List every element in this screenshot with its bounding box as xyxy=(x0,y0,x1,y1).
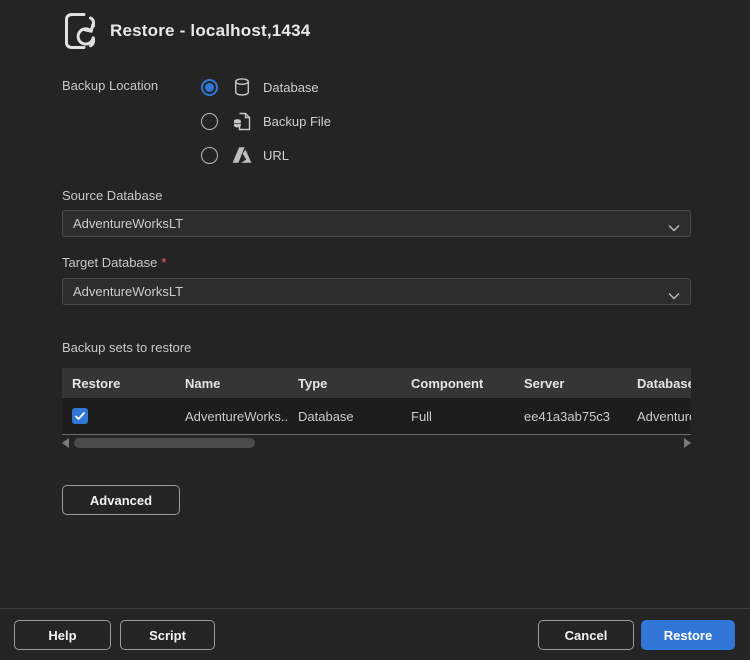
cell-server: ee41a3ab75c3 xyxy=(514,409,627,424)
chevron-down-icon xyxy=(668,220,680,235)
database-icon xyxy=(231,77,253,97)
checkmark-icon xyxy=(74,411,86,421)
radio-option-backup-file[interactable]: Backup File xyxy=(201,110,331,132)
radio-option-database[interactable]: Database xyxy=(201,76,319,98)
help-button[interactable]: Help xyxy=(14,620,111,650)
restore-button[interactable]: Restore xyxy=(641,620,735,650)
backup-sets-label: Backup sets to restore xyxy=(62,340,191,355)
source-database-label: Source Database xyxy=(62,188,162,203)
backup-location-label: Backup Location xyxy=(62,78,158,93)
horizontal-scrollbar[interactable] xyxy=(62,437,691,449)
target-database-value: AdventureWorksLT xyxy=(73,284,183,299)
cell-name: AdventureWorks... xyxy=(175,409,288,424)
cell-type: Database xyxy=(288,409,401,424)
col-header-server[interactable]: Server xyxy=(514,376,627,391)
scroll-left-icon[interactable] xyxy=(62,438,69,448)
table-header-row: Restore Name Type Component Server Datab… xyxy=(62,368,691,398)
target-database-select[interactable]: AdventureWorksLT xyxy=(62,278,691,305)
restore-checkbox[interactable] xyxy=(72,408,88,424)
cell-component: Full xyxy=(401,409,514,424)
radio-label-url: URL xyxy=(263,148,289,163)
footer-divider xyxy=(0,608,750,609)
table-row[interactable]: AdventureWorks... Database Full ee41a3ab… xyxy=(62,398,691,434)
script-button[interactable]: Script xyxy=(120,620,215,650)
radio-url[interactable] xyxy=(201,147,218,164)
col-header-component[interactable]: Component xyxy=(401,376,514,391)
cancel-button[interactable]: Cancel xyxy=(538,620,634,650)
col-header-type[interactable]: Type xyxy=(288,376,401,391)
cell-database: AdventureWorksLT xyxy=(627,409,691,424)
source-database-select[interactable]: AdventureWorksLT xyxy=(62,210,691,237)
source-database-value: AdventureWorksLT xyxy=(73,216,183,231)
required-marker: * xyxy=(161,255,166,270)
col-header-name[interactable]: Name xyxy=(175,376,288,391)
radio-backup-file[interactable] xyxy=(201,113,218,130)
azure-url-icon xyxy=(231,145,253,165)
col-header-database[interactable]: Database xyxy=(627,376,691,391)
backup-file-icon xyxy=(231,111,253,132)
page-title: Restore - localhost,1434 xyxy=(110,21,310,41)
restore-database-icon xyxy=(57,8,103,54)
scrollbar-thumb[interactable] xyxy=(74,438,255,448)
col-header-restore[interactable]: Restore xyxy=(62,376,175,391)
radio-option-url[interactable]: URL xyxy=(201,144,289,166)
scroll-right-icon[interactable] xyxy=(684,438,691,448)
advanced-button[interactable]: Advanced xyxy=(62,485,180,515)
chevron-down-icon xyxy=(668,288,680,303)
target-database-label: Target Database * xyxy=(62,255,166,270)
backup-sets-table: Restore Name Type Component Server Datab… xyxy=(62,368,691,435)
target-database-label-text: Target Database xyxy=(62,255,157,270)
radio-database[interactable] xyxy=(201,79,218,96)
radio-label-backup-file: Backup File xyxy=(263,114,331,129)
radio-label-database: Database xyxy=(263,80,319,95)
